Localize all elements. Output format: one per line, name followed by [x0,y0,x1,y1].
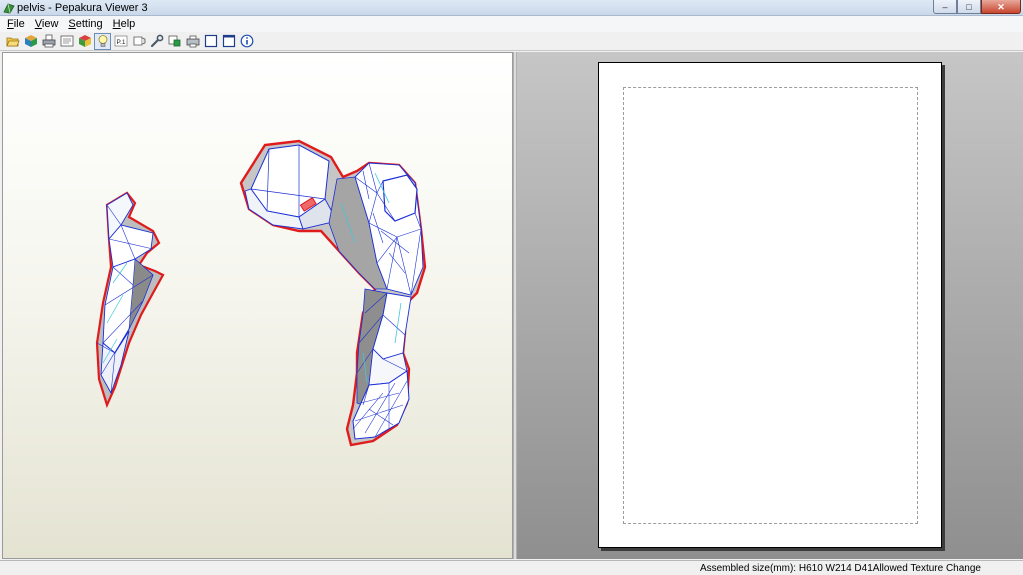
light-button[interactable] [94,32,111,50]
about-button[interactable] [238,33,255,50]
print-icon [42,34,55,48]
single-view-icon [204,34,217,48]
minimize-button[interactable]: – [933,0,957,14]
print-preview-icon [60,35,73,47]
texture-cube-icon [78,35,91,47]
texture-button[interactable] [76,33,93,50]
status-text: Assembled size(mm): H610 W214 D41Allowed… [699,563,981,574]
toolbar: P.1 [0,32,1023,51]
lightbulb-icon [98,35,107,47]
close-button[interactable]: ✕ [981,0,1021,14]
open-folder-icon [5,37,20,47]
app-icon [3,3,15,14]
menu-file[interactable]: File [2,17,30,31]
menu-view[interactable]: View [30,17,64,31]
menu-file-rest: ile [13,18,25,30]
printer-setup-button[interactable] [184,33,201,50]
split-view-button[interactable] [220,33,237,50]
menu-help-accel: H [112,18,121,30]
menu-help[interactable]: Help [108,17,141,31]
part-number-text: P.1 [116,39,125,46]
select-tool-button[interactable] [166,33,183,50]
part-number-icon: P.1 [114,35,127,47]
menu-setting[interactable]: Setting [63,17,107,31]
menu-setting-accel: S [68,18,76,30]
flap-icon [133,36,145,46]
cube-icon [24,35,37,47]
menu-view-rest: iew [41,18,59,30]
settings-button[interactable] [148,33,165,50]
menu-bar: File View Setting Help [0,16,1023,32]
print-button[interactable] [40,33,57,50]
printer-setup-icon [186,35,199,48]
title-bar: pelvis - Pepakura Viewer 3 – □ ✕ [0,0,1023,16]
part-number-button[interactable]: P.1 [112,33,129,50]
window-controls: – □ ✕ [933,0,1021,14]
select-tool-icon [168,35,180,47]
open-button[interactable] [4,33,21,50]
info-icon [240,34,253,48]
flap-button[interactable] [130,33,147,50]
printable-area [623,87,918,524]
pad-face [382,174,418,222]
split-view-icon [222,34,235,48]
menu-file-accel: F [7,18,14,30]
window-title: pelvis - Pepakura Viewer 3 [17,2,148,14]
print-preview-button[interactable] [58,33,75,50]
3d-model-view[interactable] [2,52,513,559]
paper-sheet [598,62,942,548]
3d-view-button[interactable] [22,33,39,50]
menu-setting-rest: etting [75,18,103,30]
model-part-right[interactable] [239,139,427,447]
2d-pattern-view[interactable] [517,52,1023,559]
model-part-left[interactable] [95,191,165,409]
menu-help-rest: elp [120,18,136,30]
menu-view-accel: V [34,18,42,30]
pepakura-window: pelvis - Pepakura Viewer 3 – □ ✕ File Vi… [0,0,1023,575]
wrench-icon [150,34,163,48]
3d-model-canvas[interactable] [3,53,514,560]
single-view-button[interactable] [202,33,219,50]
maximize-button[interactable]: □ [957,0,981,14]
status-bar: Assembled size(mm): H610 W214 D41Allowed… [0,560,1023,575]
